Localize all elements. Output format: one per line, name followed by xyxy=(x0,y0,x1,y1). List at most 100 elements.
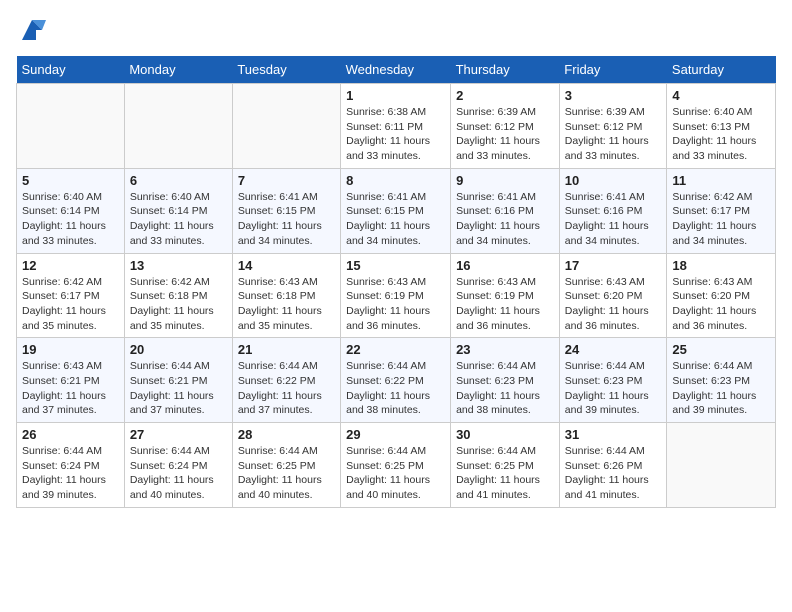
day-number: 26 xyxy=(22,427,119,442)
calendar-cell: 4 Sunrise: 6:40 AM Sunset: 6:13 PM Daylig… xyxy=(667,84,776,169)
day-number: 6 xyxy=(130,173,227,188)
day-number: 21 xyxy=(238,342,335,357)
day-number: 12 xyxy=(22,258,119,273)
calendar-cell: 17Sunrise: 6:43 AM Sunset: 6:20 PM Dayli… xyxy=(559,253,667,338)
day-number: 28 xyxy=(238,427,335,442)
day-number: 19 xyxy=(22,342,119,357)
calendar-cell: 11 Sunrise: 6:42 AM Sunset: 6:17 PM Dayli… xyxy=(667,168,776,253)
day-info: Sunrise: 6:44 AM Sunset: 6:22 PM Dayligh… xyxy=(346,359,445,418)
calendar-cell: 21Sunrise: 6:44 AM Sunset: 6:22 PM Dayli… xyxy=(232,338,340,423)
calendar-week-row: 12 Sunrise: 6:42 AM Sunset: 6:17 PM Dayli… xyxy=(17,253,776,338)
calendar-cell: 25Sunrise: 6:44 AM Sunset: 6:23 PM Dayli… xyxy=(667,338,776,423)
day-info: Sunrise: 6:39 AM Sunset: 6:12 PM Dayligh… xyxy=(565,105,662,164)
page-header xyxy=(16,16,776,44)
calendar-cell: 8Sunrise: 6:41 AM Sunset: 6:15 PM Daylig… xyxy=(341,168,451,253)
day-number: 3 xyxy=(565,88,662,103)
calendar-cell: 3 Sunrise: 6:39 AM Sunset: 6:12 PM Daylig… xyxy=(559,84,667,169)
calendar-cell: 1Sunrise: 6:38 AM Sunset: 6:11 PM Daylig… xyxy=(341,84,451,169)
calendar-week-row: 1Sunrise: 6:38 AM Sunset: 6:11 PM Daylig… xyxy=(17,84,776,169)
day-number: 4 xyxy=(672,88,770,103)
day-info: Sunrise: 6:38 AM Sunset: 6:11 PM Dayligh… xyxy=(346,105,445,164)
calendar-cell: 12 Sunrise: 6:42 AM Sunset: 6:17 PM Dayli… xyxy=(17,253,125,338)
calendar-cell xyxy=(232,84,340,169)
calendar-cell: 13 Sunrise: 6:42 AM Sunset: 6:18 PM Dayli… xyxy=(124,253,232,338)
calendar-cell: 28 Sunrise: 6:44 AM Sunset: 6:25 PM Dayli… xyxy=(232,423,340,508)
day-info: Sunrise: 6:43 AM Sunset: 6:20 PM Dayligh… xyxy=(672,275,770,334)
calendar-cell: 16 Sunrise: 6:43 AM Sunset: 6:19 PM Dayli… xyxy=(451,253,560,338)
day-info: Sunrise: 6:44 AM Sunset: 6:23 PM Dayligh… xyxy=(565,359,662,418)
day-number: 31 xyxy=(565,427,662,442)
day-info: Sunrise: 6:40 AM Sunset: 6:14 PM Dayligh… xyxy=(22,190,119,249)
day-number: 25 xyxy=(672,342,770,357)
day-info: Sunrise: 6:41 AM Sunset: 6:15 PM Dayligh… xyxy=(346,190,445,249)
day-number: 22 xyxy=(346,342,445,357)
calendar-cell: 19 Sunrise: 6:43 AM Sunset: 6:21 PM Dayli… xyxy=(17,338,125,423)
weekday-header: Sunday xyxy=(17,56,125,84)
day-info: Sunrise: 6:44 AM Sunset: 6:23 PM Dayligh… xyxy=(456,359,554,418)
day-number: 15 xyxy=(346,258,445,273)
day-info: Sunrise: 6:43 AM Sunset: 6:20 PM Dayligh… xyxy=(565,275,662,334)
weekday-header-row: SundayMondayTuesdayWednesdayThursdayFrid… xyxy=(17,56,776,84)
day-number: 20 xyxy=(130,342,227,357)
calendar-cell: 20Sunrise: 6:44 AM Sunset: 6:21 PM Dayli… xyxy=(124,338,232,423)
calendar-cell: 2 Sunrise: 6:39 AM Sunset: 6:12 PM Daylig… xyxy=(451,84,560,169)
day-number: 9 xyxy=(456,173,554,188)
calendar-week-row: 19 Sunrise: 6:43 AM Sunset: 6:21 PM Dayli… xyxy=(17,338,776,423)
day-number: 10 xyxy=(565,173,662,188)
calendar-cell xyxy=(17,84,125,169)
day-info: Sunrise: 6:44 AM Sunset: 6:25 PM Dayligh… xyxy=(456,444,554,503)
calendar-cell: 30 Sunrise: 6:44 AM Sunset: 6:25 PM Dayli… xyxy=(451,423,560,508)
calendar-cell: 14 Sunrise: 6:43 AM Sunset: 6:18 PM Dayli… xyxy=(232,253,340,338)
calendar-week-row: 5Sunrise: 6:40 AM Sunset: 6:14 PM Daylig… xyxy=(17,168,776,253)
day-number: 7 xyxy=(238,173,335,188)
calendar-cell: 5Sunrise: 6:40 AM Sunset: 6:14 PM Daylig… xyxy=(17,168,125,253)
day-number: 2 xyxy=(456,88,554,103)
calendar-cell: 27 Sunrise: 6:44 AM Sunset: 6:24 PM Dayli… xyxy=(124,423,232,508)
logo-icon xyxy=(18,16,46,44)
day-info: Sunrise: 6:44 AM Sunset: 6:26 PM Dayligh… xyxy=(565,444,662,503)
calendar-cell: 6Sunrise: 6:40 AM Sunset: 6:14 PM Daylig… xyxy=(124,168,232,253)
calendar-cell: 9 Sunrise: 6:41 AM Sunset: 6:16 PM Daylig… xyxy=(451,168,560,253)
logo xyxy=(16,16,46,44)
day-number: 27 xyxy=(130,427,227,442)
calendar-cell: 31 Sunrise: 6:44 AM Sunset: 6:26 PM Dayli… xyxy=(559,423,667,508)
calendar-cell: 23 Sunrise: 6:44 AM Sunset: 6:23 PM Dayli… xyxy=(451,338,560,423)
day-info: Sunrise: 6:43 AM Sunset: 6:21 PM Dayligh… xyxy=(22,359,119,418)
day-info: Sunrise: 6:39 AM Sunset: 6:12 PM Dayligh… xyxy=(456,105,554,164)
day-info: Sunrise: 6:44 AM Sunset: 6:25 PM Dayligh… xyxy=(346,444,445,503)
day-number: 13 xyxy=(130,258,227,273)
day-number: 30 xyxy=(456,427,554,442)
day-info: Sunrise: 6:42 AM Sunset: 6:17 PM Dayligh… xyxy=(672,190,770,249)
day-info: Sunrise: 6:42 AM Sunset: 6:18 PM Dayligh… xyxy=(130,275,227,334)
calendar-cell: 15 Sunrise: 6:43 AM Sunset: 6:19 PM Dayli… xyxy=(341,253,451,338)
weekday-header: Monday xyxy=(124,56,232,84)
day-number: 11 xyxy=(672,173,770,188)
weekday-header: Thursday xyxy=(451,56,560,84)
day-info: Sunrise: 6:43 AM Sunset: 6:19 PM Dayligh… xyxy=(346,275,445,334)
day-number: 29 xyxy=(346,427,445,442)
weekday-header: Wednesday xyxy=(341,56,451,84)
calendar-cell: 10 Sunrise: 6:41 AM Sunset: 6:16 PM Dayli… xyxy=(559,168,667,253)
day-number: 14 xyxy=(238,258,335,273)
weekday-header: Tuesday xyxy=(232,56,340,84)
calendar-cell: 7Sunrise: 6:41 AM Sunset: 6:15 PM Daylig… xyxy=(232,168,340,253)
day-number: 23 xyxy=(456,342,554,357)
day-number: 16 xyxy=(456,258,554,273)
day-info: Sunrise: 6:42 AM Sunset: 6:17 PM Dayligh… xyxy=(22,275,119,334)
day-number: 24 xyxy=(565,342,662,357)
day-info: Sunrise: 6:40 AM Sunset: 6:13 PM Dayligh… xyxy=(672,105,770,164)
day-info: Sunrise: 6:41 AM Sunset: 6:16 PM Dayligh… xyxy=(565,190,662,249)
calendar-week-row: 26 Sunrise: 6:44 AM Sunset: 6:24 PM Dayli… xyxy=(17,423,776,508)
day-info: Sunrise: 6:41 AM Sunset: 6:16 PM Dayligh… xyxy=(456,190,554,249)
weekday-header: Friday xyxy=(559,56,667,84)
calendar-cell: 26 Sunrise: 6:44 AM Sunset: 6:24 PM Dayli… xyxy=(17,423,125,508)
day-info: Sunrise: 6:43 AM Sunset: 6:18 PM Dayligh… xyxy=(238,275,335,334)
day-number: 18 xyxy=(672,258,770,273)
day-info: Sunrise: 6:43 AM Sunset: 6:19 PM Dayligh… xyxy=(456,275,554,334)
day-info: Sunrise: 6:44 AM Sunset: 6:24 PM Dayligh… xyxy=(22,444,119,503)
calendar-cell xyxy=(667,423,776,508)
day-info: Sunrise: 6:44 AM Sunset: 6:25 PM Dayligh… xyxy=(238,444,335,503)
weekday-header: Saturday xyxy=(667,56,776,84)
calendar-cell: 29 Sunrise: 6:44 AM Sunset: 6:25 PM Dayli… xyxy=(341,423,451,508)
day-info: Sunrise: 6:44 AM Sunset: 6:24 PM Dayligh… xyxy=(130,444,227,503)
